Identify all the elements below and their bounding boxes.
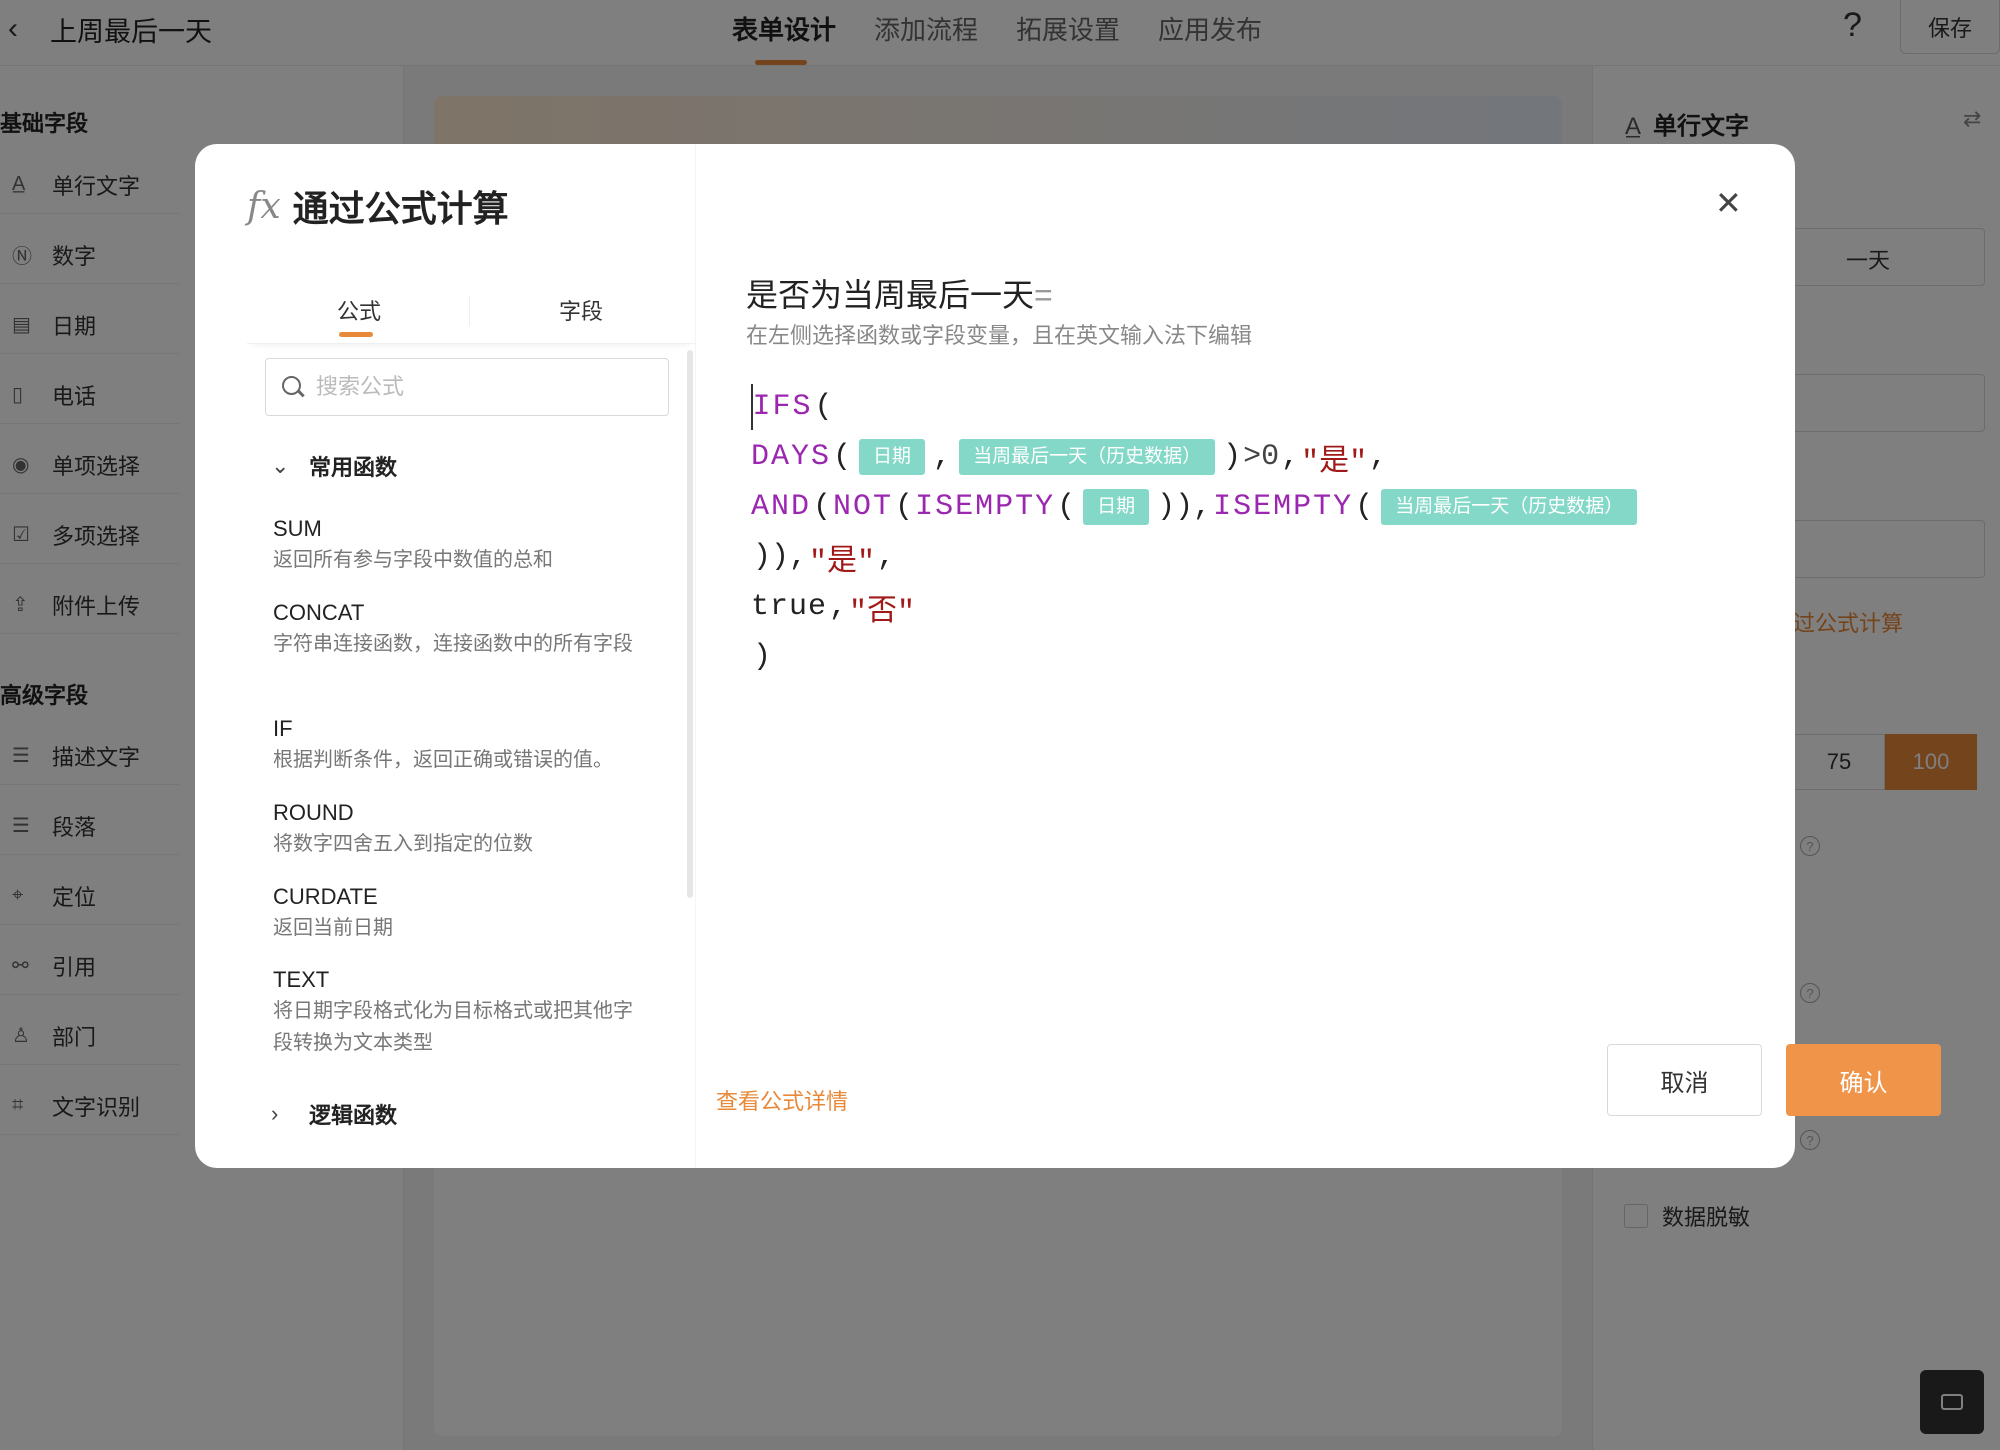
- tab-fields[interactable]: 字段: [559, 294, 603, 326]
- formula-editor-pane: 是否为当周最后一天= 在左侧选择函数或字段变量，且在英文输入法下编辑 IFS( …: [695, 144, 1941, 1168]
- search-icon: [282, 376, 304, 398]
- code-line: DAYS( 日期, 当周最后一天（历史数据）) >0, "是",: [751, 439, 1388, 480]
- function-item-concat[interactable]: CONCAT 字符串连接函数，连接函数中的所有字段: [273, 598, 643, 660]
- function-item-sum[interactable]: SUM 返回所有参与字段中数值的总和: [273, 514, 643, 576]
- fx-icon: fx: [247, 185, 281, 227]
- formula-field-title: 是否为当周最后一天=: [746, 277, 1053, 313]
- scrollbar[interactable]: [687, 350, 693, 898]
- function-item-round[interactable]: ROUND 将数字四舍五入到指定的位数: [273, 798, 643, 860]
- picker-tabs: 公式 字段: [247, 274, 695, 344]
- function-picker: 公式 字段 ⌄ 常用函数 SUM 返回所有参与字段中数值的总和 CONCAT 字…: [247, 274, 695, 1168]
- formula-detail-link[interactable]: 查看公式详情: [716, 1084, 848, 1116]
- code-line: IFS(: [751, 384, 835, 430]
- field-tag-date[interactable]: 日期: [859, 439, 926, 475]
- field-tag-last-day[interactable]: 当周最后一天（历史数据）: [1381, 489, 1638, 525]
- group-logic-functions[interactable]: › 逻辑函数: [271, 1098, 397, 1130]
- code-line: ): [753, 640, 772, 674]
- code-line: true, "否": [751, 590, 916, 630]
- tab-divider: [469, 296, 470, 326]
- dialog-header: fx 通过公式计算: [247, 180, 509, 232]
- tab-formula[interactable]: 公式: [337, 294, 381, 337]
- formula-search[interactable]: [265, 358, 669, 416]
- code-line: )), "是",: [753, 540, 896, 580]
- search-input[interactable]: [316, 374, 656, 400]
- formula-hint: 在左侧选择函数或字段变量，且在英文输入法下编辑: [746, 323, 1253, 348]
- confirm-button[interactable]: 确认: [1786, 1044, 1941, 1116]
- function-item-if[interactable]: IF 根据判断条件，返回正确或错误的值。: [273, 714, 643, 776]
- function-item-text[interactable]: TEXT 将日期字段格式化为目标格式或把其他字段转换为文本类型: [273, 965, 643, 1059]
- function-item-curdate[interactable]: CURDATE 返回当前日期: [273, 882, 643, 944]
- code-line: AND( NOT( ISEMPTY( 日期)), ISEMPTY( 当周最后一天…: [751, 484, 1643, 530]
- group-common-functions[interactable]: ⌄ 常用函数: [271, 450, 397, 482]
- field-tag-last-day[interactable]: 当周最后一天（历史数据）: [959, 439, 1216, 475]
- cancel-button[interactable]: 取消: [1607, 1044, 1762, 1116]
- chevron-right-icon: ›: [271, 1101, 279, 1126]
- chevron-down-icon: ⌄: [271, 453, 290, 478]
- field-tag-date[interactable]: 日期: [1083, 489, 1150, 525]
- dialog-title: 通过公式计算: [292, 188, 509, 229]
- formula-dialog: fx 通过公式计算 ✕ 公式 字段 ⌄ 常用函数 SUM 返回所有参与字段中数值…: [195, 144, 1941, 1168]
